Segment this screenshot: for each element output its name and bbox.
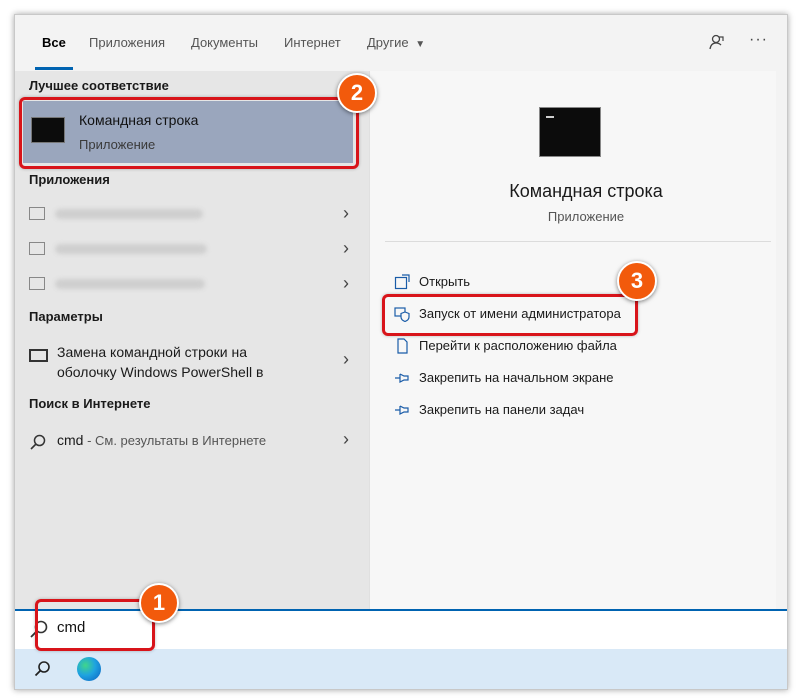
more-icon[interactable]: ··· [749,31,768,49]
filter-tabs-bar: Все Приложения Документы Интернет Другие… [15,15,787,71]
divider [385,241,771,242]
blurred-app-name [55,244,207,254]
tab-web[interactable]: Интернет [284,35,341,55]
search-icon [29,433,47,456]
apps-header: Приложения [29,172,110,187]
pin-icon [393,370,411,389]
chevron-right-icon: › [343,203,349,223]
app-icon [29,277,45,290]
list-item[interactable]: › [15,232,369,266]
pin-icon [393,402,411,421]
start-search-window: Все Приложения Документы Интернет Другие… [14,14,788,690]
chevron-right-icon: › [343,238,349,258]
open-icon [393,274,411,293]
app-icon [29,242,45,255]
settings-item[interactable]: Замена командной строки на оболочку Wind… [15,339,369,385]
settings-header: Параметры [29,309,103,324]
list-item[interactable]: › [15,267,369,301]
web-search-header: Поиск в Интернете [29,396,151,411]
settings-item-label: Замена командной строки на оболочку Wind… [57,344,264,380]
taskbar [15,649,787,689]
step-badge-1: 1 [139,583,179,623]
action-pin-to-start-label: Закрепить на начальном экране [419,370,614,385]
tab-more[interactable]: Другие ▼ [367,35,425,55]
list-item[interactable]: › [15,197,369,231]
highlight-run-as-admin [382,294,638,336]
search-icon[interactable] [33,659,53,684]
chevron-down-icon: ▼ [415,39,426,50]
web-search-item[interactable]: cmd - См. результаты в Интернете › [15,427,369,457]
chevron-right-icon: › [343,349,349,369]
tab-more-label: Другие [367,35,409,50]
step-badge-3: 3 [617,261,657,301]
blurred-app-name [55,279,205,289]
details-title: Командная строка [509,181,663,201]
best-match-header: Лучшее соответствие [29,78,169,93]
edge-browser-icon[interactable] [77,657,101,681]
highlight-best-match [19,97,359,169]
cmd-app-large-icon [539,107,601,157]
web-search-text: cmd - См. результаты в Интернете [57,432,266,448]
app-icon [29,207,45,220]
tab-all[interactable]: Все [42,35,66,55]
chevron-right-icon: › [343,429,349,449]
details-subtitle: Приложение [547,209,625,224]
tab-apps[interactable]: Приложения [89,35,165,55]
highlight-search-box [35,599,155,651]
action-pin-to-taskbar-label: Закрепить на панели задач [419,402,585,417]
monitor-icon [29,349,48,362]
step-badge-2: 2 [337,73,377,113]
web-query: cmd [57,432,84,448]
action-open-file-location-label: Перейти к расположению файла [419,338,617,353]
blurred-app-name [55,209,203,219]
feedback-icon[interactable] [707,33,725,55]
action-open-label: Открыть [419,274,471,289]
file-location-icon [393,338,411,357]
tab-documents[interactable]: Документы [191,35,258,55]
web-search-suffix: - См. результаты в Интернете [83,433,267,448]
chevron-right-icon: › [343,273,349,293]
active-tab-indicator [35,67,73,70]
